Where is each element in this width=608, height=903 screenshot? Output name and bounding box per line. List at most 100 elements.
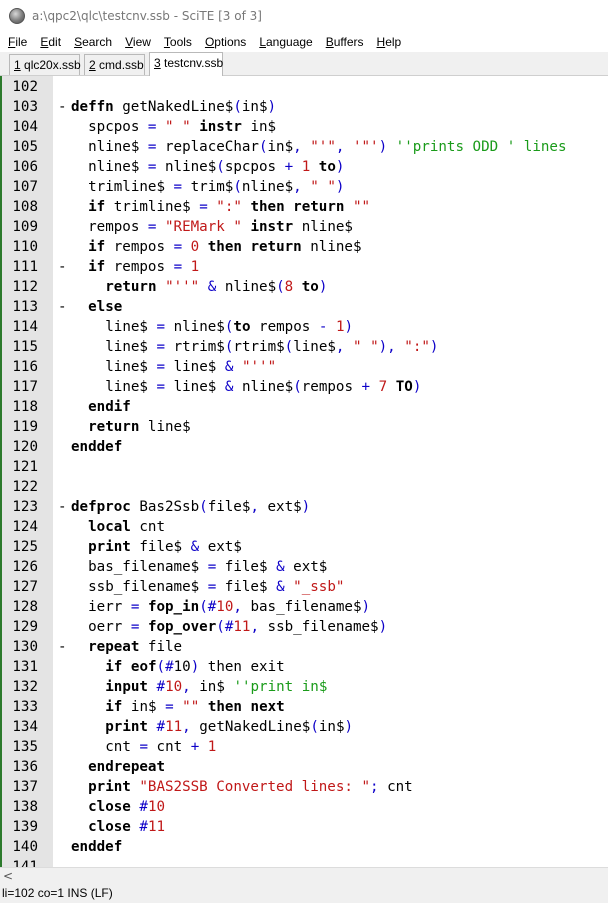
code-line[interactable]: 107 trimline$ = trim$(nline$, " ") <box>0 177 608 197</box>
code-line[interactable]: 118 endif <box>0 397 608 417</box>
menu-help[interactable]: Help <box>369 35 407 49</box>
fold-toggle-icon[interactable]: - <box>58 257 67 277</box>
token-num: 1 <box>301 159 311 175</box>
code-line[interactable]: 112 return "''" & nline$(8 to) <box>0 277 608 297</box>
code-line[interactable]: 125 print file$ & ext$ <box>0 537 608 557</box>
code-line[interactable]: 136 endrepeat <box>0 757 608 777</box>
token-str: " " <box>353 339 379 355</box>
code-line[interactable]: 134 print #11, getNakedLine$(in$) <box>0 717 608 737</box>
token-id: rempos <box>105 239 174 255</box>
token-op: = <box>165 699 174 715</box>
code-editor[interactable]: 102 103- deffn getNakedLine$(in$) 104 spcpos… <box>0 76 608 867</box>
code-line[interactable]: 105 nline$ = replaceChar(in$, "'", '"') '… <box>0 137 608 157</box>
code-line[interactable]: 123 - defproc Bas2Ssb(file$, ext$) <box>0 497 608 517</box>
menu-buffers[interactable]: Buffers <box>318 35 369 49</box>
code-line[interactable]: 110 if rempos = 0 then return nline$ <box>0 237 608 257</box>
token-kw: instr <box>250 219 294 235</box>
token-op: = <box>173 179 183 195</box>
code-line[interactable]: 111 - if rempos = 1 <box>0 257 608 277</box>
fold-toggle-icon[interactable]: - <box>58 497 67 517</box>
code-line[interactable]: 122 <box>0 477 608 497</box>
code-line[interactable]: 141 <box>0 857 608 867</box>
token-num: 10 <box>147 799 166 815</box>
code-line[interactable]: 131 if eof(#10) then exit <box>0 657 608 677</box>
token-kw: instr <box>199 119 242 135</box>
fold-toggle-icon[interactable]: - <box>58 297 67 317</box>
token-id: rtrim$ <box>233 339 285 355</box>
code-line[interactable]: 108 if trimline$ = ":" then return "" <box>0 197 608 217</box>
code-line[interactable]: 128 ierr = fop_in(#10, bas_filename$) <box>0 597 608 617</box>
token-id <box>387 379 396 395</box>
code-line[interactable]: 137 print "BAS2SSB Converted lines: "; cn… <box>0 777 608 797</box>
code-line[interactable]: 116 line$ = line$ & "''" <box>0 357 608 377</box>
code-line[interactable]: 132 input #10, in$ ''print in$ <box>0 677 608 697</box>
token-kw: print <box>105 719 148 735</box>
line-number: 133 <box>12 699 38 715</box>
menu-accelerator: L <box>259 35 266 49</box>
token-id <box>148 719 157 735</box>
token-id <box>157 279 166 295</box>
code-line[interactable]: 117 line$ = line$ & nline$(rempos + 7 TO) <box>0 377 608 397</box>
menu-options[interactable]: Options <box>197 35 251 49</box>
token-kw: if <box>88 239 106 255</box>
code-text: else <box>88 297 122 317</box>
code-text: line$ = line$ & "''" <box>105 357 276 377</box>
menu-search[interactable]: Search <box>66 35 117 49</box>
token-id <box>174 699 183 715</box>
tab-filename: testcnv.ssb <box>164 56 224 70</box>
token-op: = <box>207 559 217 575</box>
tab-cmd-ssb[interactable]: 2 cmd.ssb <box>84 54 145 75</box>
token-op: + <box>284 159 294 175</box>
menu-edit[interactable]: Edit <box>32 35 66 49</box>
code-line[interactable]: 127 ssb_filename$ = file$ & "_ssb" <box>0 577 608 597</box>
horizontal-scrollbar[interactable]: < <box>0 867 608 884</box>
title-bar: a:\qpc2\qlc\testcnv.ssb - SciTE [3 of 3] <box>0 0 608 32</box>
line-number: 111 <box>12 259 38 275</box>
code-line[interactable]: 126 bas_filename$ = file$ & ext$ <box>0 557 608 577</box>
token-id: trimline$ <box>105 199 200 215</box>
code-line[interactable]: 140 enddef <box>0 837 608 857</box>
code-line[interactable]: 109 rempos = "REMark " instr nline$ <box>0 217 608 237</box>
code-text: ssb_filename$ = file$ & "_ssb" <box>88 577 344 597</box>
code-line[interactable]: 115 line$ = rtrim$(rtrim$(line$, " "), ":… <box>0 337 608 357</box>
code-line[interactable]: 103 - deffn getNakedLine$(in$) <box>0 97 608 117</box>
menu-file[interactable]: File <box>0 35 32 49</box>
code-line[interactable]: 129 oerr = fop_over(#11, ssb_filename$) <box>0 617 608 637</box>
tab-qlc20x-ssb[interactable]: 1 qlc20x.ssb <box>9 54 81 75</box>
code-line[interactable]: 113 - else <box>0 297 608 317</box>
scroll-left-arrow-icon[interactable]: < <box>3 868 17 884</box>
menu-tools[interactable]: Tools <box>156 35 197 49</box>
token-id: ext$ <box>199 539 242 555</box>
token-kw: then <box>207 699 242 715</box>
window-title: a:\qpc2\qlc\testcnv.ssb - SciTE [3 of 3] <box>32 9 262 23</box>
fold-toggle-icon[interactable]: - <box>58 97 67 117</box>
code-text: print #11, getNakedLine$(in$) <box>105 717 353 737</box>
code-line[interactable]: 104 spcpos = " " instr in$ <box>0 117 608 137</box>
code-line[interactable]: 121 <box>0 457 608 477</box>
code-line[interactable]: 120 enddef <box>0 437 608 457</box>
code-text: nline$ = nline$(spcpos + 1 to) <box>88 157 344 177</box>
code-line[interactable]: 106 nline$ = nline$(spcpos + 1 to) <box>0 157 608 177</box>
fold-toggle-icon[interactable]: - <box>58 637 67 657</box>
code-line[interactable]: 135 cnt = cnt + 1 <box>0 737 608 757</box>
code-line[interactable]: 133 if in$ = "" then next <box>0 697 608 717</box>
code-line[interactable]: 138 close #10 <box>0 797 608 817</box>
code-text: repeat file <box>88 637 182 657</box>
code-line[interactable]: 139 close #11 <box>0 817 608 837</box>
code-line[interactable]: 119 return line$ <box>0 417 608 437</box>
token-id: rempos <box>105 259 174 275</box>
code-line[interactable]: 130 - repeat file <box>0 637 608 657</box>
token-op: ) <box>378 619 388 635</box>
menu-label: anguage <box>266 35 313 49</box>
code-line[interactable]: 114 line$ = nline$(to rempos - 1) <box>0 317 608 337</box>
menu-view[interactable]: View <box>117 35 156 49</box>
token-num: 8 <box>284 279 294 295</box>
scite-app-icon[interactable] <box>9 8 25 24</box>
code-text: cnt = cnt + 1 <box>105 737 216 757</box>
code-line[interactable]: 124 local cnt <box>0 517 608 537</box>
code-text: defproc Bas2Ssb(file$, ext$) <box>71 497 310 517</box>
code-line[interactable]: 102 <box>0 77 608 97</box>
code-text: print "BAS2SSB Converted lines: "; cnt <box>88 777 413 797</box>
tab-testcnv-ssb[interactable]: 3 testcnv.ssb <box>149 52 223 76</box>
menu-language[interactable]: Language <box>251 35 317 49</box>
